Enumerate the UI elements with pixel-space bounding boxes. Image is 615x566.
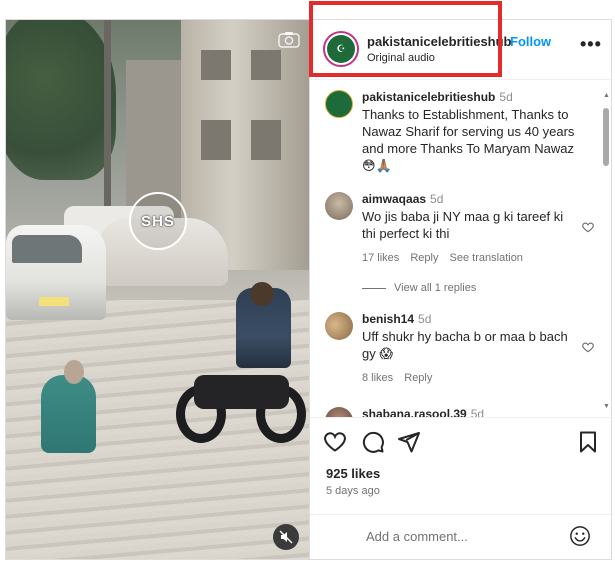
add-comment-input[interactable]: Add a comment... [366, 529, 468, 544]
video-child [64, 360, 84, 384]
heart-icon[interactable] [323, 430, 347, 454]
reply-button[interactable]: Reply [404, 372, 432, 384]
video-pole [104, 20, 111, 235]
comment-icon[interactable] [361, 430, 385, 454]
add-comment-bar: Add a comment... [310, 514, 613, 560]
comment-username[interactable]: benish14 [362, 312, 414, 326]
post-modal: SHS ☪ pakistanicelebritieshub Original a… [5, 1, 613, 560]
comment-username[interactable]: aimwaqaas [362, 192, 426, 206]
video-motorbike [176, 355, 306, 445]
comment-time: 5d [430, 192, 444, 206]
follow-button[interactable]: Follow [510, 34, 551, 49]
comment-time: 5d [470, 407, 485, 417]
video-white-car [6, 225, 106, 320]
comments-list: pakistanicelebritieshub 5d Thanks to Esta… [310, 80, 613, 417]
avatar[interactable] [325, 407, 353, 417]
heart-icon[interactable] [581, 220, 595, 234]
view-replies-button[interactable]: View all 1 replies [362, 282, 476, 294]
comment-meta: 17 likes Reply See translation [362, 252, 531, 264]
scroll-up-arrow[interactable]: ▲ [603, 92, 610, 99]
post-header: ☪ pakistanicelebritieshub Original audio… [309, 1, 613, 80]
post-footer: 925 likes 5 days ago Add a comment... [310, 417, 613, 559]
video-watermark: SHS [129, 192, 187, 250]
share-icon[interactable] [397, 430, 421, 454]
comment-time: 5d [418, 312, 432, 326]
avatar[interactable] [325, 312, 353, 340]
scroll-thumb[interactable] [603, 108, 609, 166]
comments-scrollbar[interactable]: ▲ ▼ [603, 92, 610, 414]
comment-meta: 8 likes Reply [362, 372, 440, 384]
post-date[interactable]: 5 days ago [326, 485, 380, 497]
video-woman [41, 375, 96, 453]
emoji-icon[interactable] [569, 525, 591, 547]
video-tree [6, 20, 116, 180]
see-translation-button[interactable]: See translation [450, 252, 523, 264]
more-icon[interactable]: ••• [580, 34, 602, 55]
scroll-down-arrow[interactable]: ▼ [603, 403, 610, 410]
comment-text: Wo jis baba ji NY maa g ki tareef ki thi… [362, 209, 564, 241]
avatar[interactable] [325, 90, 353, 118]
comment-username[interactable]: shabana.rasool.39 [362, 407, 467, 417]
mute-icon[interactable] [273, 524, 299, 550]
comment-likes[interactable]: 17 likes [362, 252, 399, 264]
video-rider-head [250, 282, 274, 306]
bookmark-icon[interactable] [576, 430, 600, 454]
comment-likes[interactable]: 8 likes [362, 372, 393, 384]
avatar[interactable] [325, 192, 353, 220]
view-replies-label: View all 1 replies [394, 282, 477, 294]
comment-username[interactable]: pakistanicelebritieshub [362, 90, 495, 104]
post-video[interactable]: SHS [6, 20, 309, 559]
heart-icon[interactable] [581, 340, 595, 354]
likes-count[interactable]: 925 likes [326, 466, 380, 481]
post-side-panel: ☪ pakistanicelebritieshub Original audio… [309, 1, 613, 559]
highlight-box [309, 1, 502, 77]
comment-text: Uff shukr hy bacha b or maa b bach gy 😱 [362, 329, 568, 361]
comment-text: Thanks to Establishment, Thanks to Nawaz… [362, 107, 575, 173]
comment-time: 5d [499, 90, 513, 104]
reply-button[interactable]: Reply [410, 252, 438, 264]
camera-icon [278, 32, 300, 48]
